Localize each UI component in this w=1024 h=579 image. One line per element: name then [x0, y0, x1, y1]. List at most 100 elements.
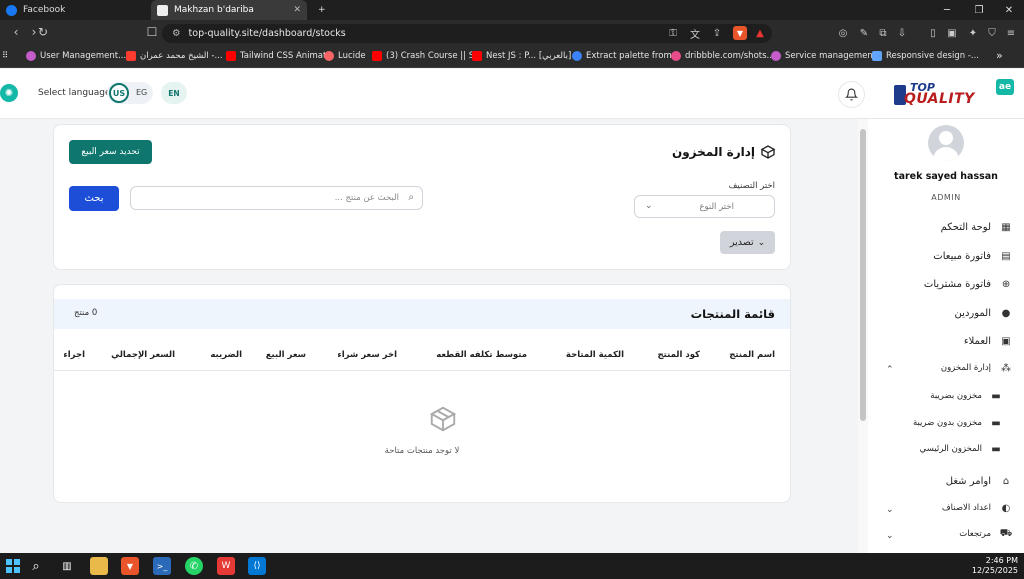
- app-logo-icon[interactable]: ✺: [0, 84, 18, 102]
- column-header[interactable]: كود المنتج: [658, 350, 700, 360]
- lang-us-option[interactable]: US: [109, 83, 129, 103]
- sidebar-item-stock-without-tax[interactable]: ▬ مخزون بدون ضريبة: [913, 417, 1002, 429]
- scrollbar[interactable]: [858, 119, 868, 553]
- tab-facebook[interactable]: Facebook: [0, 0, 150, 20]
- sidebar-item-dashboard[interactable]: ▦ لوحة التحكم: [941, 221, 1012, 233]
- url-field[interactable]: ⚙ top-quality.site/dashboard/stocks: [162, 24, 772, 43]
- back-icon[interactable]: ‹: [6, 25, 26, 39]
- chevron-down-icon[interactable]: ⌄: [886, 531, 894, 541]
- site-info-icon[interactable]: ⚙: [172, 28, 181, 39]
- column-header[interactable]: اجراء: [63, 350, 85, 360]
- winrar-icon[interactable]: W: [217, 557, 235, 575]
- sidebar-item-suppliers[interactable]: ● الموردين: [955, 307, 1012, 319]
- column-header[interactable]: اسم المنتج: [729, 350, 775, 360]
- bookmark-item[interactable]: Extract palette from...: [572, 51, 680, 61]
- brand-logo[interactable]: TOP QUALITY: [894, 81, 984, 109]
- vpn-icon[interactable]: ⛉: [985, 26, 999, 40]
- column-header[interactable]: اخر سعر شراء: [337, 350, 397, 360]
- column-header[interactable]: السعر الإجمالي: [111, 350, 175, 360]
- task-view-icon[interactable]: ▥: [58, 557, 76, 575]
- brave-shield-icon[interactable]: ▼: [733, 26, 747, 40]
- menu-icon[interactable]: ≡: [1004, 26, 1018, 40]
- bookmark-item[interactable]: Lucide: [324, 51, 366, 61]
- powershell-icon[interactable]: >_: [153, 557, 171, 575]
- minimize-icon[interactable]: ─: [932, 0, 962, 20]
- download-icon[interactable]: ⇩: [895, 26, 909, 40]
- bookmark-item[interactable]: Responsive design -...: [872, 51, 979, 61]
- bookmark-item[interactable]: dribbble.com/shots...: [671, 51, 775, 61]
- bookmark-item[interactable]: Nest JS : P... [بالعربي]: [472, 51, 571, 61]
- language-toggle[interactable]: US EG: [107, 82, 153, 104]
- product-search-input[interactable]: البحث عن منتج ... ⌕: [130, 186, 423, 210]
- chevron-up-icon[interactable]: ⌃: [886, 365, 894, 375]
- sidebar-item-label: العملاء: [963, 335, 991, 347]
- category-select[interactable]: اختر النوع ⌄: [634, 195, 775, 218]
- sidebar-item-work-orders[interactable]: ⌂ اوامر شغل: [946, 475, 1012, 487]
- sidebar-item-main-stock[interactable]: ▬ المخزون الرئيسي: [920, 443, 1002, 455]
- clock[interactable]: 2:46 PM 12/25/2025: [972, 556, 1018, 576]
- sidebar-item-sales-invoice[interactable]: ▤ فاتورة مبيعات: [933, 250, 1012, 262]
- vscode-icon[interactable]: ⟨⟩: [248, 557, 266, 575]
- notification-bell-icon[interactable]: [838, 81, 865, 108]
- key-icon[interactable]: ⚿: [666, 26, 680, 40]
- extension-icon[interactable]: ◎: [836, 26, 850, 40]
- clock-date: 12/25/2025: [971, 566, 1018, 575]
- column-header[interactable]: الكمية المتاحة: [566, 350, 624, 360]
- bookmark-item[interactable]: User Management...: [26, 51, 126, 61]
- bookmark-icon[interactable]: ☐: [142, 25, 162, 39]
- rewards-icon[interactable]: ▲: [753, 26, 767, 40]
- sidebar-item-stock-management[interactable]: ⁂ إدارة المخزون: [941, 362, 1012, 374]
- windows-start-icon[interactable]: [4, 557, 22, 575]
- leo-icon[interactable]: ✦: [966, 26, 980, 40]
- column-header[interactable]: متوسط تكلفه القطعه: [436, 350, 527, 360]
- chevron-down-icon[interactable]: ⌄: [886, 505, 894, 515]
- category-filter-label: اختر التصنيف: [728, 181, 775, 191]
- apps-icon[interactable]: ⠿: [2, 51, 8, 61]
- scrollbar-thumb[interactable]: [860, 129, 866, 421]
- sidebar-item-stock-with-tax[interactable]: ▬ مخزون بضريبة: [930, 390, 1002, 402]
- pen-icon[interactable]: ✎: [857, 26, 871, 40]
- sidebar-toggle-icon[interactable]: ▯: [926, 26, 940, 40]
- update-sale-price-button[interactable]: تحديد سعر البيع: [69, 140, 152, 164]
- file-explorer-icon[interactable]: [90, 557, 108, 575]
- sidebar-item-label: فاتورة مشتريات: [923, 278, 991, 290]
- dashboard-icon: ▦: [1001, 221, 1011, 233]
- sidebar-item-customers[interactable]: ▣ العملاء: [964, 335, 1012, 347]
- more-bookmarks-button[interactable]: »: [996, 49, 1003, 62]
- search-placeholder: البحث عن منتج ...: [334, 193, 399, 203]
- archive-icon: ▬: [991, 417, 1001, 429]
- avatar[interactable]: [928, 125, 964, 161]
- lang-en-badge[interactable]: EN: [161, 82, 187, 104]
- column-header[interactable]: الضريبه: [210, 350, 242, 360]
- restore-icon[interactable]: ❐: [964, 0, 994, 20]
- tab-makhzan[interactable]: Makhzan b'dariba ✕: [151, 0, 307, 20]
- bookmark-item[interactable]: Tailwind CSS Animat...: [226, 51, 334, 61]
- puzzle-icon[interactable]: ⧉: [876, 26, 890, 40]
- bookmark-item[interactable]: (3) Crash Course || S...: [372, 51, 482, 61]
- wallet-icon[interactable]: ▣: [945, 26, 959, 40]
- close-window-icon[interactable]: ✕: [994, 0, 1024, 20]
- close-icon[interactable]: ✕: [293, 5, 301, 15]
- chevron-down-icon: ⌄: [645, 201, 653, 211]
- product-list-title: قائمة المنتجات: [690, 307, 775, 321]
- sidebar-item-returns[interactable]: ⛟ مرتجعات: [959, 528, 1012, 540]
- sidebar-item-categories-setup[interactable]: ◐ اعداد الاصناف: [942, 502, 1012, 514]
- sidebar-item-purchase-invoice[interactable]: ⊕ فاتورة مشتريات: [924, 278, 1012, 290]
- brave-icon[interactable]: ▼: [121, 557, 139, 575]
- search-button[interactable]: بحث: [69, 186, 119, 211]
- reload-icon[interactable]: ↻: [33, 25, 53, 39]
- translate-icon[interactable]: 文: [688, 26, 702, 41]
- clock-time: 2:46 PM: [985, 556, 1018, 565]
- empty-state-message: لا توجد منتجات متاحة: [384, 446, 460, 456]
- new-tab-button[interactable]: +: [312, 0, 332, 20]
- share-icon[interactable]: ⇪: [710, 26, 724, 40]
- bookmark-item[interactable]: الشيخ محمد عمران -...: [126, 51, 223, 61]
- search-icon[interactable]: ⌕: [27, 557, 45, 575]
- sidebar-item-label: مخزون بدون ضريبة: [912, 418, 982, 428]
- double-chevron-down-icon: ⌄: [757, 237, 766, 248]
- bookmark-item[interactable]: Service managemen...: [771, 51, 881, 61]
- column-header[interactable]: سعر البيع: [266, 350, 306, 360]
- whatsapp-icon[interactable]: ✆: [185, 557, 203, 575]
- lang-eg-option[interactable]: EG: [136, 88, 147, 97]
- export-button[interactable]: تصدير ⌄: [720, 231, 775, 254]
